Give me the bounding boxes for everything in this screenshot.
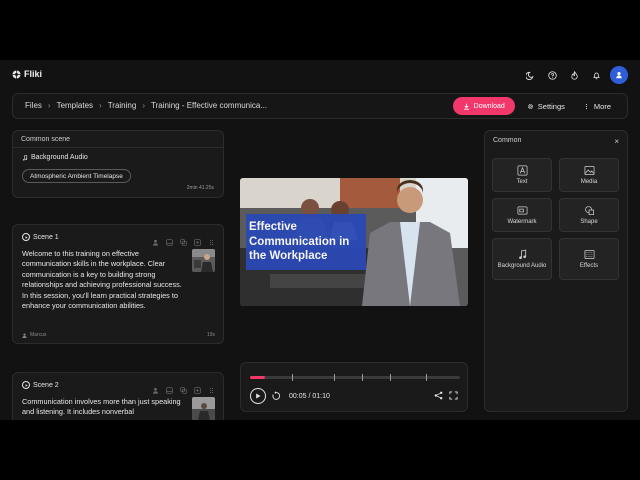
scene-marker (426, 374, 427, 381)
app-name: Fliki (24, 69, 43, 79)
breadcrumb-bar: Files › Templates › Training › Training … (12, 93, 628, 119)
share-icon[interactable] (434, 391, 443, 400)
background-audio-label: Background Audio (31, 154, 88, 161)
scene-card-1[interactable]: Scene 1 Welcome to this training on effe… (12, 224, 224, 344)
effects-icon (584, 249, 594, 259)
scene-marker (390, 374, 391, 381)
more-vertical-icon (585, 103, 587, 109)
scene-duration: 19s (206, 332, 215, 338)
audio-track-chip[interactable]: Atmospheric Ambient Timelapse (22, 169, 131, 183)
scene-toolbar (152, 381, 215, 394)
scene-card-2[interactable]: Scene 2 Communication involves more than… (12, 372, 224, 420)
music-note-icon (518, 249, 526, 259)
common-scene-title: Common scene (13, 131, 223, 148)
image-icon (584, 165, 594, 175)
add-media-icon[interactable] (194, 233, 201, 246)
breadcrumb-files[interactable]: Files (25, 101, 42, 110)
shape-tile[interactable]: Shape (559, 198, 619, 232)
flame-icon[interactable] (566, 67, 582, 83)
top-bar: Fliki (0, 60, 640, 90)
common-scene-panel[interactable]: Common scene Background Audio Atmospheri… (12, 130, 224, 198)
layout-icon[interactable] (166, 233, 173, 246)
drag-handle-icon[interactable] (208, 233, 215, 246)
download-button[interactable]: Download (452, 97, 515, 115)
breadcrumb-current-file[interactable]: Training - Effective communica... (151, 101, 267, 110)
scene-script-text[interactable]: Communication involves more than just sp… (22, 397, 184, 418)
dark-mode-icon[interactable] (522, 67, 538, 83)
music-note-icon (23, 154, 28, 161)
player-controls: 00:05 / 01:10 (240, 362, 468, 412)
shape-icon (584, 205, 594, 215)
scene-label: Scene 1 (33, 233, 59, 241)
drag-handle-icon[interactable] (208, 381, 215, 394)
more-button[interactable]: More (577, 97, 617, 115)
play-icon (256, 393, 261, 399)
user-avatar[interactable] (610, 66, 628, 84)
breadcrumb: Files › Templates › Training › Training … (25, 101, 267, 110)
timecode: 00:05 / 01:10 (289, 393, 330, 400)
settings-label: Settings (537, 101, 565, 111)
common-elements-panel: Common × Text Media Watermark Shape Back… (484, 130, 628, 412)
watermark-icon (517, 205, 527, 215)
download-label: Download (473, 102, 505, 110)
common-panel-title: Common (493, 137, 522, 144)
avatar-icon[interactable] (152, 381, 159, 394)
scene-marker (362, 374, 363, 381)
help-icon[interactable] (544, 67, 560, 83)
close-icon[interactable]: × (614, 137, 619, 146)
scene-marker (334, 374, 335, 381)
background-audio-row[interactable]: Background Audio (22, 154, 88, 161)
scene-script-text[interactable]: Welcome to this training on effective co… (22, 249, 184, 311)
scene-voice[interactable]: Marcus (22, 332, 46, 338)
avatar-icon[interactable] (152, 233, 159, 246)
timeline-progress (250, 376, 265, 379)
replay-icon[interactable] (271, 391, 281, 401)
scene-play-icon[interactable] (22, 381, 30, 389)
text-tile-label: Text (516, 178, 528, 185)
chevron-right-icon: › (47, 101, 51, 110)
user-icon (616, 72, 622, 79)
scene-thumbnail[interactable] (192, 249, 215, 272)
breadcrumb-training[interactable]: Training (108, 101, 137, 110)
gear-icon (527, 103, 533, 109)
text-icon (517, 165, 527, 175)
scene-voice-name: Marcus (30, 332, 47, 338)
text-tile[interactable]: Text (492, 158, 552, 192)
fliki-logo-icon (12, 69, 21, 79)
scene-toolbar (152, 233, 215, 246)
watermark-tile-label: Watermark (507, 218, 537, 225)
chevron-right-icon: › (142, 101, 145, 110)
duplicate-icon[interactable] (180, 381, 187, 394)
breadcrumb-templates[interactable]: Templates (57, 101, 93, 110)
app-logo[interactable]: Fliki (12, 69, 42, 79)
scene-thumbnail[interactable] (192, 397, 215, 420)
effects-tile-label: Effects (579, 262, 599, 269)
video-preview[interactable]: Effective Communication in the Workplace (240, 178, 468, 306)
duplicate-icon[interactable] (180, 233, 187, 246)
background-audio-tile-label: Background Audio (497, 262, 547, 269)
app-window: Fliki Files › Templates › Training › Tra… (0, 60, 640, 420)
video-title-banner: Effective Communication in the Workplace (246, 214, 366, 270)
scene-play-icon[interactable] (22, 233, 30, 241)
notification-bell-icon[interactable] (588, 67, 604, 83)
timeline-scrubber[interactable] (250, 374, 460, 381)
scene-label: Scene 2 (33, 381, 59, 389)
play-button[interactable] (250, 388, 266, 404)
fullscreen-icon[interactable] (449, 391, 458, 400)
shape-tile-label: Shape (580, 218, 598, 225)
effects-tile[interactable]: Effects (559, 238, 619, 280)
common-scene-duration: 2min 41.25s (186, 185, 214, 191)
settings-button[interactable]: Settings (521, 97, 571, 115)
watermark-tile[interactable]: Watermark (492, 198, 552, 232)
media-tile-label: Media (580, 178, 598, 185)
media-tile[interactable]: Media (559, 158, 619, 192)
scene-marker (292, 374, 293, 381)
more-label: More (593, 101, 611, 111)
background-audio-tile[interactable]: Background Audio (492, 238, 552, 280)
chevron-right-icon: › (99, 101, 102, 110)
add-media-icon[interactable] (194, 381, 201, 394)
user-icon (22, 333, 27, 338)
download-icon (463, 103, 469, 110)
layout-icon[interactable] (166, 381, 173, 394)
